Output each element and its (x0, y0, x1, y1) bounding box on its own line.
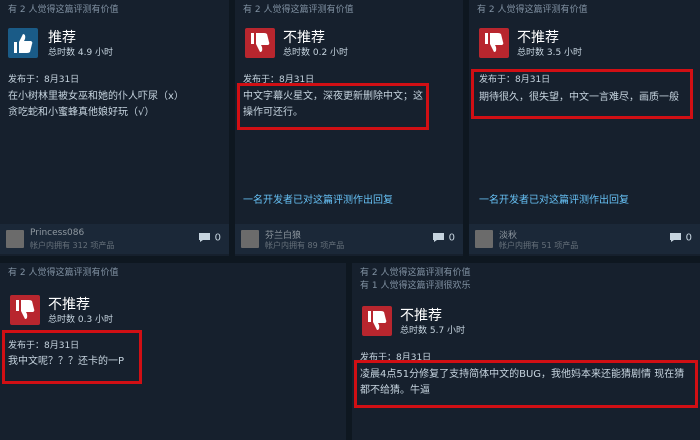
comment-icon (198, 233, 210, 242)
review-card: 有 2 人觉得这篇评测有价值 有 1 人觉得这篇评测很欢乐 不推荐 总时数 5.… (352, 263, 700, 440)
user-product-count: 帐户内拥有 51 项产品 (499, 241, 579, 250)
avatar[interactable] (6, 230, 24, 248)
thumbs-down-icon (362, 306, 392, 336)
user-product-count: 帐户内拥有 89 项产品 (265, 241, 345, 250)
helpful-count: 有 2 人觉得这篇评测有价值 (8, 5, 119, 15)
helpful-count: 有 2 人觉得这篇评测有价值 (360, 268, 471, 278)
review-footer: 淡秋 帐户内拥有 51 项产品 0 (469, 224, 700, 254)
highlight-box (354, 360, 698, 408)
avatar[interactable] (241, 230, 259, 248)
verdict: 不推荐 (283, 30, 325, 46)
developer-reply-link[interactable]: 一名开发者已对这篇评测作出回复 (479, 195, 629, 207)
comment-count[interactable]: 0 (669, 232, 692, 244)
comment-count[interactable]: 0 (432, 232, 455, 244)
highlight-box (237, 83, 429, 130)
developer-reply-link[interactable]: 一名开发者已对这篇评测作出回复 (243, 195, 393, 207)
comment-icon (669, 233, 681, 242)
playtime: 总时数 0.2 小时 (283, 48, 349, 58)
comment-count[interactable]: 0 (198, 232, 221, 244)
helpful-count: 有 2 人觉得这篇评测有价值 (477, 5, 588, 15)
highlight-box (2, 330, 142, 384)
review-card: 有 2 人觉得这篇评测有价值 不推荐 总时数 3.5 小时 发布于：8月31日 … (469, 0, 700, 256)
thumbs-down-icon (10, 295, 40, 325)
playtime: 总时数 3.5 小时 (517, 48, 583, 58)
playtime: 总时数 0.3 小时 (48, 315, 114, 325)
review-footer: 芬兰白狼 帐户内拥有 89 项产品 0 (235, 224, 463, 254)
user-name[interactable]: Princess086 (30, 228, 84, 238)
verdict: 推荐 (48, 30, 76, 46)
review-footer: Princess086 帐户内拥有 312 项产品 0 (0, 224, 229, 254)
avatar[interactable] (475, 230, 493, 248)
thumbs-down-icon (479, 28, 509, 58)
verdict: 不推荐 (400, 308, 442, 324)
playtime: 总时数 5.7 小时 (400, 326, 466, 336)
comment-icon (432, 233, 444, 242)
review-card: 有 2 人觉得这篇评测有价值 推荐 总时数 4.9 小时 发布于：8月31日 在… (0, 0, 229, 256)
verdict: 不推荐 (517, 30, 559, 46)
playtime: 总时数 4.9 小时 (48, 48, 114, 58)
review-text: 在小树林里被女巫和她的仆人吓尿（x） 贪吃蛇和小蜜蜂真他娘好玩（√） (8, 91, 184, 118)
verdict: 不推荐 (48, 297, 90, 313)
helpful-count: 有 2 人觉得这篇评测有价值 (243, 5, 354, 15)
highlight-box (471, 69, 693, 119)
user-product-count: 帐户内拥有 312 项产品 (30, 241, 115, 250)
thumbs-down-icon (245, 28, 275, 58)
funny-count: 有 1 人觉得这篇评测很欢乐 (360, 281, 471, 291)
posted-date: 发布于：8月31日 (8, 75, 80, 85)
thumbs-up-icon (8, 28, 38, 58)
helpful-count: 有 2 人觉得这篇评测有价值 (8, 268, 119, 278)
